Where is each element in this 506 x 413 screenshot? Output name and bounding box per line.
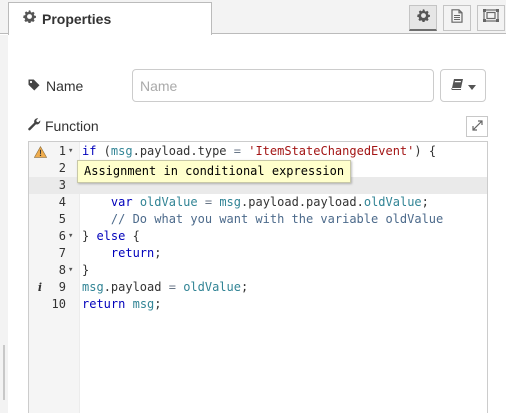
left-rail — [0, 35, 8, 413]
description-button[interactable] — [443, 5, 471, 31]
lint-tooltip: Assignment in conditional expression — [77, 160, 352, 183]
function-label: Function — [28, 116, 99, 136]
code-line[interactable]: 10 return msg; — [29, 296, 487, 313]
tab-title: Properties — [42, 11, 112, 27]
document-icon — [451, 8, 463, 28]
tab-properties[interactable]: Properties — [8, 2, 212, 35]
line-number: 4 — [58, 195, 66, 209]
line-number: 9 — [58, 280, 66, 294]
expand-editor-button[interactable] — [466, 116, 488, 137]
code-text: } — [82, 263, 90, 277]
line-number: 10 — [51, 297, 66, 311]
code-line[interactable]: 7 return; — [29, 245, 487, 262]
caret-down-icon — [467, 77, 476, 95]
wrench-icon — [28, 118, 41, 134]
appearance-button[interactable] — [477, 5, 505, 31]
code-line[interactable]: 4 var oldValue = msg.payload.payload.old… — [29, 194, 487, 211]
code-line[interactable]: 6 ▾ } else { — [29, 228, 487, 245]
fold-toggle-icon[interactable]: ▾ — [68, 143, 78, 160]
fold-toggle-icon[interactable]: ▾ — [68, 228, 78, 245]
line-number: 8 — [58, 263, 66, 277]
scrollbar[interactable] — [3, 345, 5, 400]
tag-icon — [28, 78, 40, 94]
settings-button[interactable] — [409, 5, 437, 31]
appearance-icon — [483, 9, 499, 27]
code-text: return msg; — [82, 297, 162, 311]
code-text: return; — [110, 246, 162, 260]
code-text: if (msg.payload.type = 'ItemStateChanged… — [82, 144, 437, 158]
line-number: 3 — [58, 178, 66, 192]
name-label-text: Name — [46, 78, 84, 94]
code-text: } else { — [82, 229, 140, 243]
code-line[interactable]: 8 ▾} — [29, 262, 487, 279]
code-line[interactable]: 1 ▾ if (msg.payload.type = 'ItemStateChang… — [29, 143, 487, 160]
line-number: 7 — [58, 246, 66, 260]
gear-icon — [23, 10, 36, 28]
line-number: 5 — [58, 212, 66, 226]
line-number: 1 — [58, 144, 66, 158]
gear-icon — [416, 8, 430, 27]
expand-icon — [471, 118, 483, 136]
code-line[interactable]: 5 // Do what you want with the variable … — [29, 211, 487, 228]
function-label-text: Function — [45, 118, 99, 134]
code-text: var oldValue = msg.payload.payload.oldVa… — [110, 195, 429, 209]
code-text: // Do what you want with the variable ol… — [110, 212, 444, 226]
fold-toggle-icon[interactable]: ▾ — [68, 262, 78, 279]
code-line[interactable]: i 9 msg.payload = oldValue; — [29, 279, 487, 296]
code-text: msg.payload = oldValue; — [82, 280, 249, 294]
name-label: Name — [28, 76, 83, 96]
line-number: 6 — [58, 229, 66, 243]
library-button[interactable] — [440, 69, 486, 102]
book-icon — [450, 77, 464, 95]
tab-bar: Properties — [0, 0, 506, 35]
line-number: 2 — [58, 161, 66, 175]
name-input[interactable] — [132, 69, 434, 102]
